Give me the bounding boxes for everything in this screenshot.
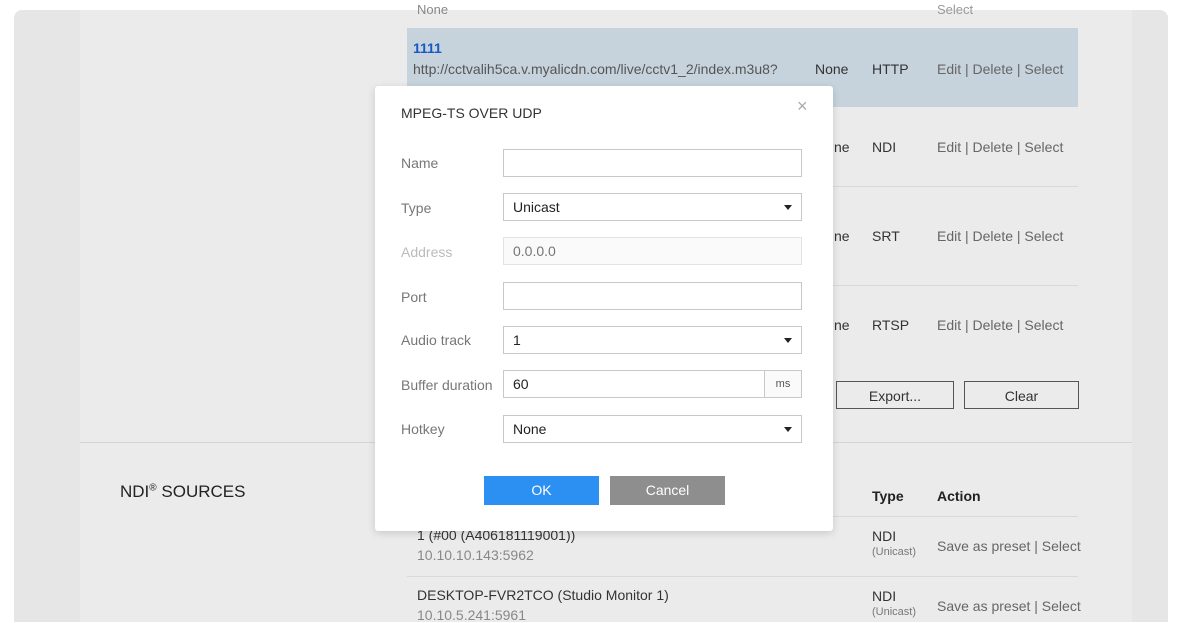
buffer-duration-input[interactable]: 60 ms xyxy=(503,370,802,398)
chevron-down-icon xyxy=(784,205,792,210)
col-header-type: Type xyxy=(872,488,904,504)
row-hotkey: ne xyxy=(834,228,850,244)
buffer-duration-value: 60 xyxy=(513,376,529,392)
chevron-down-icon xyxy=(784,427,792,432)
row-divider xyxy=(407,576,1078,577)
export-button[interactable]: Export... xyxy=(836,381,954,409)
name-input[interactable] xyxy=(503,149,802,177)
ndi-source-mode: (Unicast) xyxy=(872,546,917,558)
top-row-title: None xyxy=(417,2,449,17)
cancel-button[interactable]: Cancel xyxy=(610,476,725,505)
ndi-section-title: NDI® SOURCES xyxy=(120,482,246,501)
type-select[interactable]: Unicast xyxy=(503,193,802,221)
row-actions[interactable]: Edit | Delete | Select xyxy=(937,317,1063,333)
type-select-value: Unicast xyxy=(513,199,560,215)
mpeg-ts-dialog: MPEG-TS OVER UDP × Name Type Unicast Add… xyxy=(375,86,833,531)
ndi-source-type: NDI xyxy=(872,528,897,544)
row-actions[interactable]: Edit | Delete | Select xyxy=(937,61,1063,77)
row-type: RTSP xyxy=(872,317,910,333)
buffer-unit: ms xyxy=(764,371,801,397)
ndi-source-actions[interactable]: Save as preset | Select xyxy=(937,598,1081,614)
type-label: Type xyxy=(401,200,432,216)
ndi-source-name: DESKTOP-FVR2TCO (Studio Monitor 1) xyxy=(417,587,669,603)
dialog-title: MPEG-TS OVER UDP xyxy=(401,105,542,121)
audio-track-value: 1 xyxy=(513,332,521,348)
top-row-action[interactable]: Select xyxy=(937,2,973,17)
ndi-source-address: 10.10.5.241:5961 xyxy=(417,607,526,623)
row-title-link[interactable]: 1111 xyxy=(413,40,442,56)
audio-track-select[interactable]: 1 xyxy=(503,326,802,354)
buffer-duration-label: Buffer duration xyxy=(401,377,493,393)
row-type: HTTP xyxy=(872,61,909,77)
name-label: Name xyxy=(401,155,439,171)
row-actions[interactable]: Edit | Delete | Select xyxy=(937,228,1063,244)
chevron-down-icon xyxy=(784,338,792,343)
hotkey-label: Hotkey xyxy=(401,421,445,437)
row-type: SRT xyxy=(872,228,900,244)
row-type: NDI xyxy=(872,139,897,155)
ndi-source-address: 10.10.10.143:5962 xyxy=(417,547,534,563)
address-label: Address xyxy=(401,244,453,260)
clear-button[interactable]: Clear xyxy=(964,381,1079,409)
port-label: Port xyxy=(401,289,427,305)
hotkey-value: None xyxy=(513,421,547,437)
row-actions[interactable]: Edit | Delete | Select xyxy=(937,139,1063,155)
ndi-source-actions[interactable]: Save as preset | Select xyxy=(937,538,1081,554)
row-hotkey: ne xyxy=(834,317,850,333)
col-header-action: Action xyxy=(937,488,981,504)
row-url: http://cctvalih5ca.v.myalicdn.com/live/c… xyxy=(413,61,778,77)
ndi-source-type: NDI xyxy=(872,588,897,604)
ndi-source-mode: (Unicast) xyxy=(872,606,917,618)
audio-track-label: Audio track xyxy=(401,332,472,348)
port-input[interactable] xyxy=(503,282,802,310)
hotkey-select[interactable]: None xyxy=(503,415,802,443)
ok-button[interactable]: OK xyxy=(484,476,599,505)
row-hotkey: None xyxy=(815,61,849,77)
close-icon[interactable]: × xyxy=(797,96,808,117)
row-hotkey: ne xyxy=(834,139,850,155)
address-input[interactable] xyxy=(503,237,802,265)
